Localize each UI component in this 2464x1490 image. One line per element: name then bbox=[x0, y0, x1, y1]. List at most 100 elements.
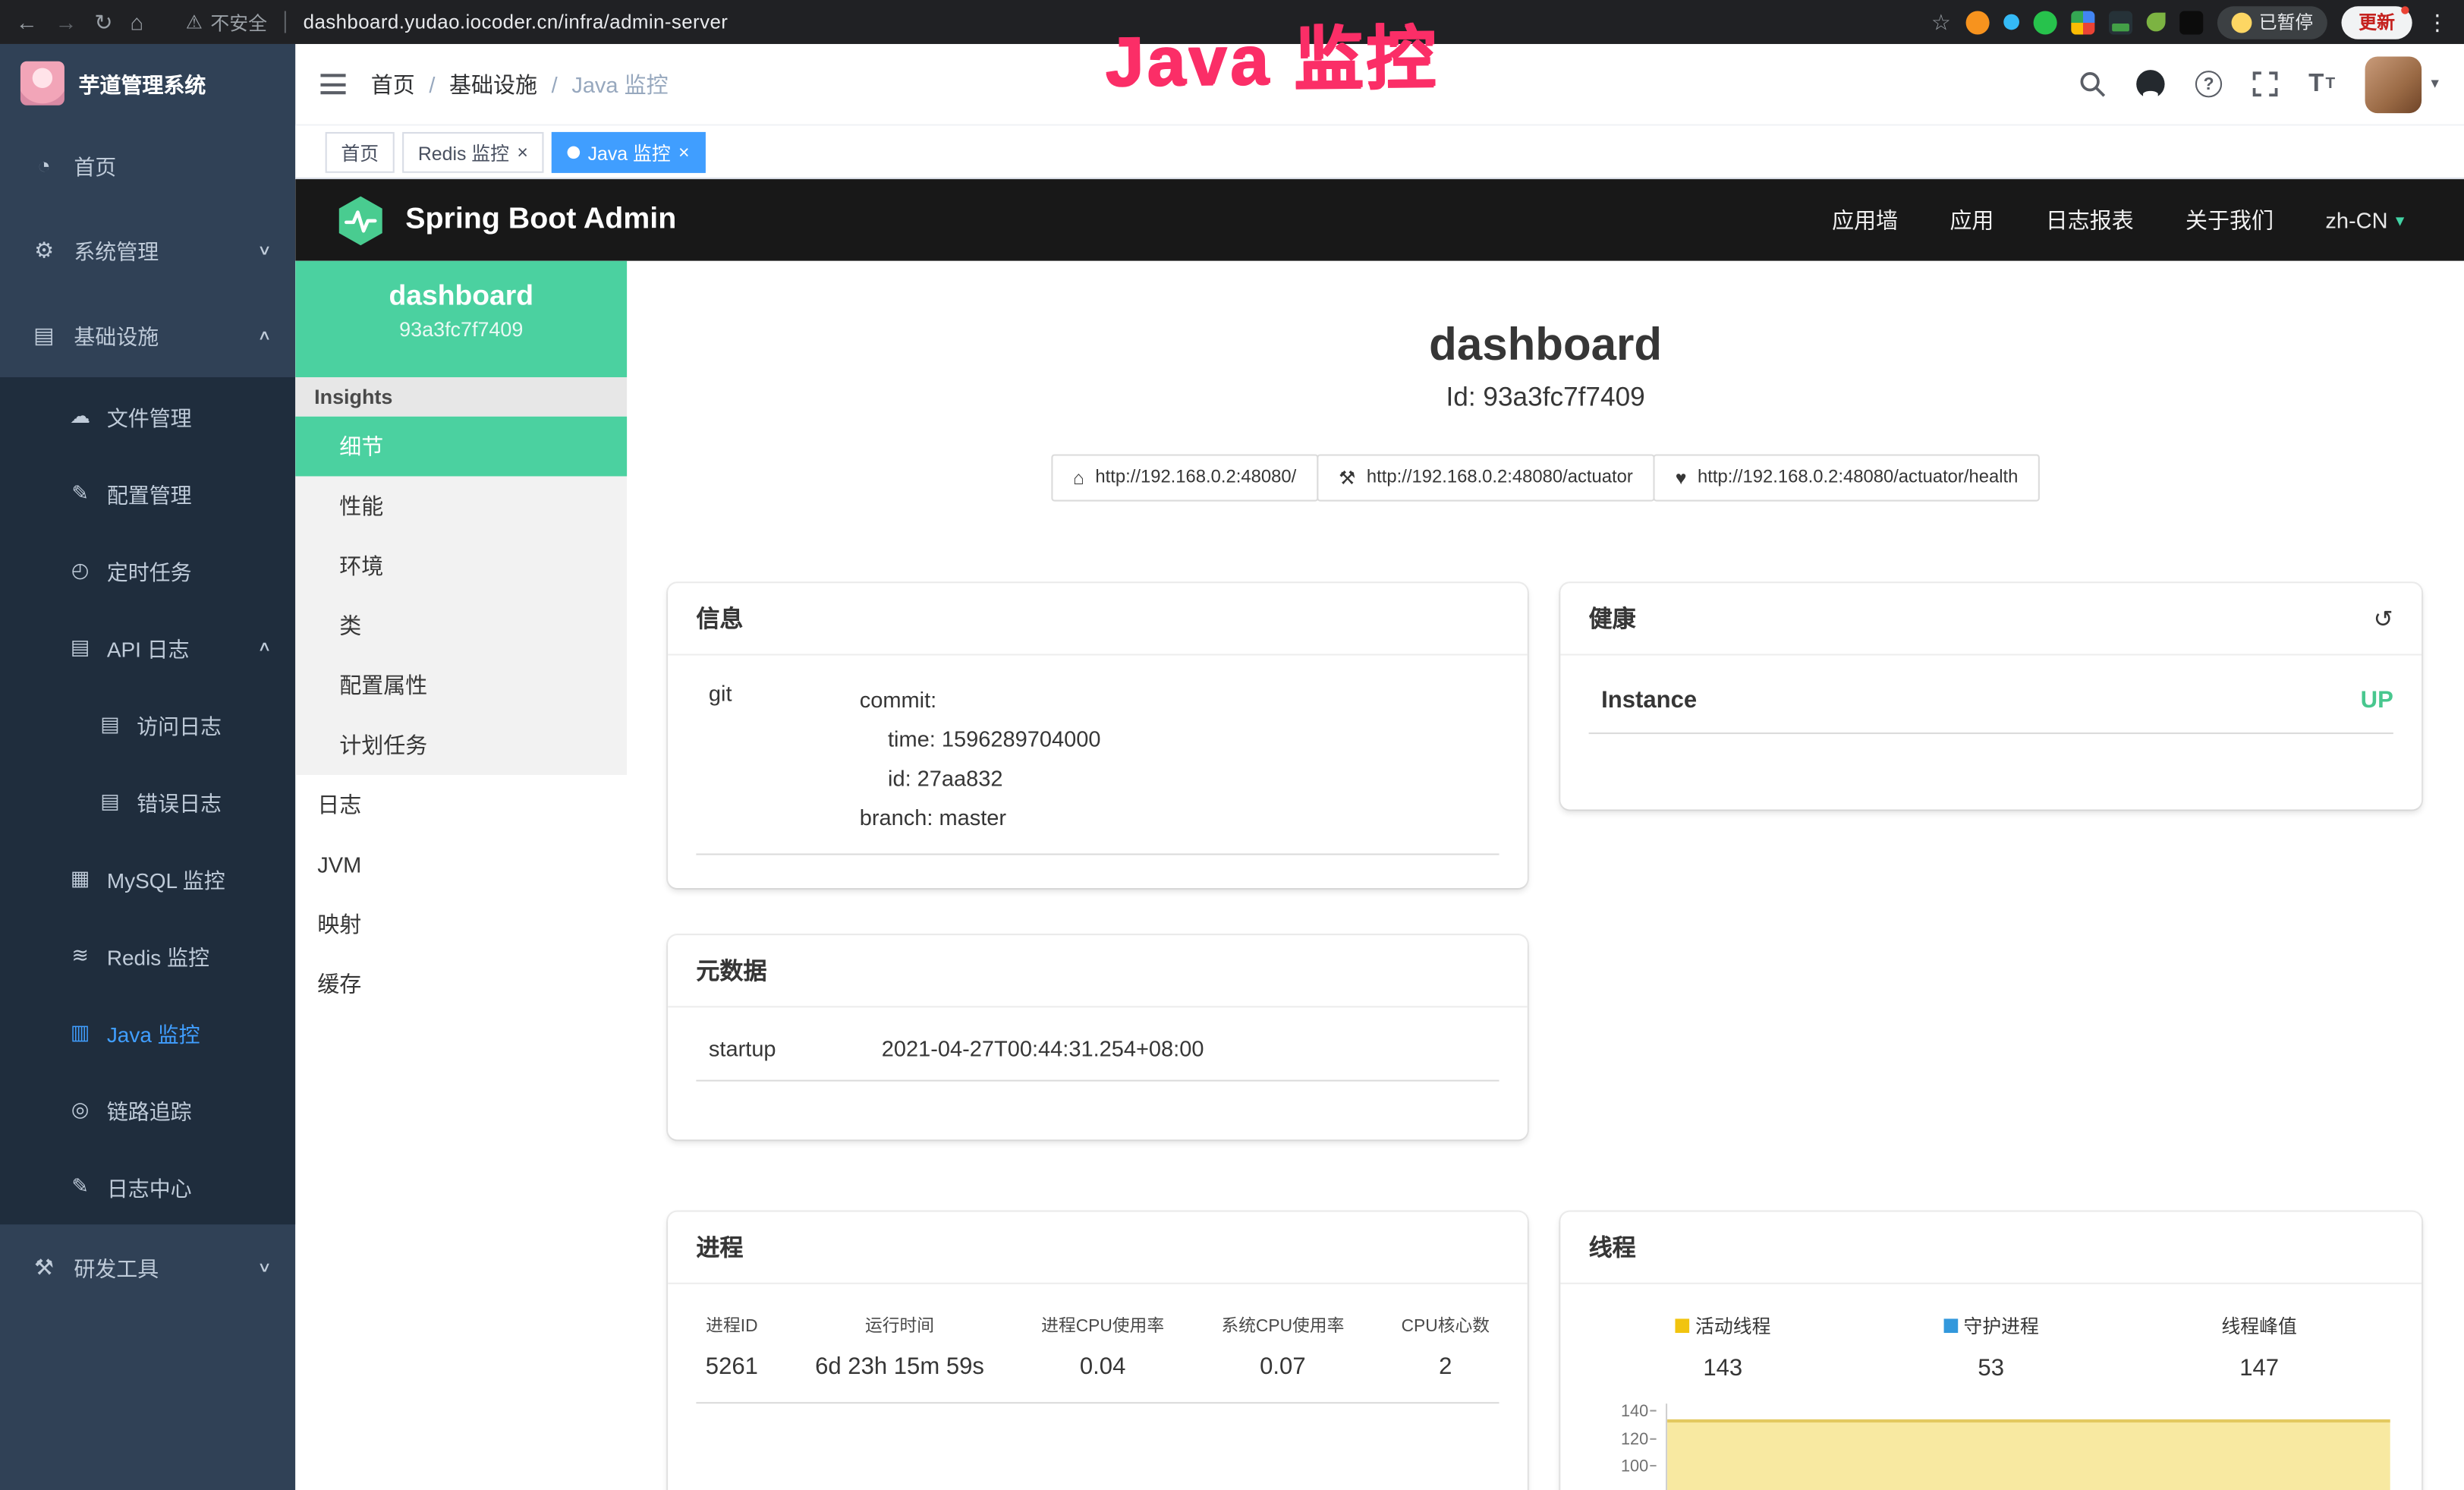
page-subtitle: Id: 93a3fc7f7409 bbox=[627, 382, 2464, 413]
search-icon[interactable] bbox=[2079, 71, 2106, 97]
screen: ← → ↻ ⌂ ⚠ 不安全 dashboard.yudao.iocoder.cn… bbox=[0, 0, 2464, 1490]
forward-icon[interactable]: → bbox=[55, 11, 77, 33]
chevron-up-icon: ∧ bbox=[258, 638, 272, 656]
doc-icon: ▤ bbox=[97, 789, 122, 814]
edit-icon: ✎ bbox=[68, 1173, 93, 1199]
sidebar-item-system[interactable]: ⚙ 系统管理 ∨ bbox=[0, 207, 295, 292]
sba-body: dashboard 93a3fc7f7409 Insights 细节 性能 环境… bbox=[295, 261, 2464, 1490]
column-header: 进程ID bbox=[706, 1312, 758, 1337]
sba-item-details[interactable]: 细节 bbox=[295, 417, 627, 477]
water-drop-extension-icon[interactable] bbox=[2003, 14, 2019, 30]
legend-label: 活动线程 bbox=[1695, 1315, 1770, 1337]
tab-redis[interactable]: Redis 监控 × bbox=[402, 132, 543, 173]
font-size-icon[interactable]: T T bbox=[2308, 70, 2335, 98]
user-menu[interactable]: ▾ bbox=[2365, 56, 2438, 113]
sidebar-item-trace[interactable]: ◎ 链路追踪 bbox=[0, 1070, 295, 1147]
history-icon[interactable]: ↺ bbox=[2374, 604, 2393, 632]
browser-chrome: ← → ↻ ⌂ ⚠ 不安全 dashboard.yudao.iocoder.cn… bbox=[0, 0, 2464, 44]
sba-nav-wallboard[interactable]: 应用墙 bbox=[1832, 204, 1898, 235]
threads-card: 线程 活动线程 守护进程 线程峰值 bbox=[1560, 1212, 2422, 1490]
sidebar-item-config[interactable]: ✎ 配置管理 bbox=[0, 454, 295, 531]
git-branch: branch: master bbox=[860, 799, 1101, 838]
sidebar-item-label: 日志中心 bbox=[107, 1170, 192, 1202]
hamburger-button[interactable] bbox=[295, 43, 370, 125]
startup-row: startup 2021-04-27T00:44:31.254+08:00 bbox=[696, 1029, 1499, 1081]
tab-java[interactable]: Java 监控 × bbox=[552, 132, 705, 173]
sba-item-logs[interactable]: 日志 bbox=[295, 775, 627, 835]
breadcrumb-home[interactable]: 首页 bbox=[371, 68, 415, 99]
health-instance-label: Instance bbox=[1601, 687, 1697, 713]
home-icon[interactable]: ⌂ bbox=[130, 11, 143, 33]
close-icon[interactable]: × bbox=[678, 143, 690, 162]
health-instance-row[interactable]: Instance UP bbox=[1589, 678, 2393, 735]
sidebar-item-job[interactable]: ◴ 定时任务 bbox=[0, 531, 295, 608]
sidebar-item-devtools[interactable]: ⚒ 研发工具 ∨ bbox=[0, 1224, 295, 1309]
sidebar-item-redis[interactable]: ≋ Redis 监控 bbox=[0, 916, 295, 993]
close-icon[interactable]: × bbox=[517, 143, 528, 162]
sidebar-item-java[interactable]: ▥ Java 监控 bbox=[0, 994, 295, 1070]
reload-icon[interactable]: ↻ bbox=[94, 11, 112, 33]
git-commit-id: id: 27aa832 bbox=[860, 759, 1101, 799]
y-tick: 100 bbox=[1589, 1459, 1649, 1486]
breadcrumb-infra[interactable]: 基础设施 bbox=[449, 68, 537, 99]
sidebar-item-log-center[interactable]: ✎ 日志中心 bbox=[0, 1148, 295, 1224]
sba-item-jvm[interactable]: JVM bbox=[295, 835, 627, 895]
sba-item-caches[interactable]: 缓存 bbox=[295, 954, 627, 1014]
sba-item-scheduledtasks[interactable]: 计划任务 bbox=[295, 715, 627, 775]
sidebar-item-infra[interactable]: ▤ 基础设施 ∧ bbox=[0, 292, 295, 377]
breadcrumb-current: Java 监控 bbox=[571, 68, 668, 99]
orange-extension-icon[interactable] bbox=[1965, 10, 1989, 33]
threads-card-title: 线程 bbox=[1560, 1212, 2422, 1284]
column-header: 进程CPU使用率 bbox=[1041, 1312, 1164, 1337]
sidebar-item-home[interactable]: ◔ 首页 bbox=[0, 123, 295, 208]
sba-item-configprops[interactable]: 配置属性 bbox=[295, 656, 627, 716]
chart-y-axis: 140 120 100 bbox=[1589, 1403, 1658, 1490]
sba-item-mappings[interactable]: 映射 bbox=[295, 894, 627, 954]
edit-icon: ✎ bbox=[68, 480, 93, 506]
address-bar[interactable]: dashboard.yudao.iocoder.cn/infra/admin-s… bbox=[304, 11, 729, 33]
cell-value: 0.07 bbox=[1221, 1353, 1344, 1380]
hamburger-icon bbox=[320, 74, 345, 94]
sba-nav-applications[interactable]: 应用 bbox=[1949, 204, 1994, 235]
gear-icon: ⚙ bbox=[30, 237, 58, 263]
help-icon[interactable]: ? bbox=[2195, 71, 2222, 97]
sidebar-item-error-log[interactable]: ▤ 错误日志 bbox=[0, 762, 295, 839]
sidebar-item-access-log[interactable]: ▤ 访问日志 bbox=[0, 685, 295, 762]
sba-item-classes[interactable]: 类 bbox=[295, 596, 627, 656]
sba-item-metrics[interactable]: 性能 bbox=[295, 476, 627, 536]
locale-selector[interactable]: zh-CN ▾ bbox=[2325, 207, 2404, 232]
git-commit-time: time: 1596289704000 bbox=[860, 720, 1101, 759]
fullscreen-icon[interactable] bbox=[2252, 71, 2279, 97]
paused-badge[interactable]: 已暂停 bbox=[2217, 5, 2327, 38]
bookmark-star-icon[interactable]: ☆ bbox=[1931, 11, 1951, 33]
puzzle-extension-icon[interactable] bbox=[2179, 10, 2202, 33]
sba-item-environment[interactable]: 环境 bbox=[295, 536, 627, 596]
green-circle-extension-icon[interactable] bbox=[2033, 10, 2056, 33]
sidebar-item-file[interactable]: ☁ 文件管理 bbox=[0, 377, 295, 454]
sba-nav-about[interactable]: 关于我们 bbox=[2186, 204, 2274, 235]
back-icon[interactable]: ← bbox=[16, 11, 38, 33]
page-title: dashboard bbox=[627, 320, 2464, 372]
tab-home[interactable]: 首页 bbox=[326, 132, 395, 173]
update-label: 更新 bbox=[2359, 9, 2395, 34]
sidebar-item-mysql[interactable]: ▦ MySQL 监控 bbox=[0, 840, 295, 916]
sba-nav-journal[interactable]: 日志报表 bbox=[2046, 204, 2134, 235]
browser-update-button[interactable]: 更新 bbox=[2341, 5, 2412, 38]
instance-header[interactable]: dashboard 93a3fc7f7409 bbox=[295, 261, 627, 377]
security-chip[interactable]: ⚠ 不安全 bbox=[186, 8, 267, 35]
y-tick: 120 bbox=[1589, 1431, 1649, 1458]
sidebar-item-api-log[interactable]: ▤ API 日志 ∧ bbox=[0, 608, 295, 685]
caret-down-icon: ▾ bbox=[2431, 75, 2438, 93]
github-icon[interactable] bbox=[2135, 69, 2165, 99]
grid-extension-icon[interactable] bbox=[2070, 10, 2094, 33]
leaf-extension-icon[interactable] bbox=[2146, 13, 2165, 32]
browser-menu-icon[interactable]: ⋮ bbox=[2426, 11, 2448, 33]
service-url-button[interactable]: ⌂ http://192.168.0.2:48080/ bbox=[1051, 454, 1318, 501]
header-actions: ? T T ▾ bbox=[2079, 56, 2439, 113]
health-url-button[interactable]: ♥ http://192.168.0.2:48080/actuator/heal… bbox=[1654, 454, 2041, 501]
proxy-on-extension-icon[interactable] bbox=[2108, 10, 2132, 33]
threads-chart: 140 120 100 bbox=[1589, 1403, 2393, 1490]
tag-tab-bar: 首页 Redis 监控 × Java 监控 × bbox=[295, 126, 2464, 179]
actuator-url-button[interactable]: ⚒ http://192.168.0.2:48080/actuator bbox=[1317, 454, 1655, 501]
legend-label: 守护进程 bbox=[1963, 1315, 2038, 1337]
